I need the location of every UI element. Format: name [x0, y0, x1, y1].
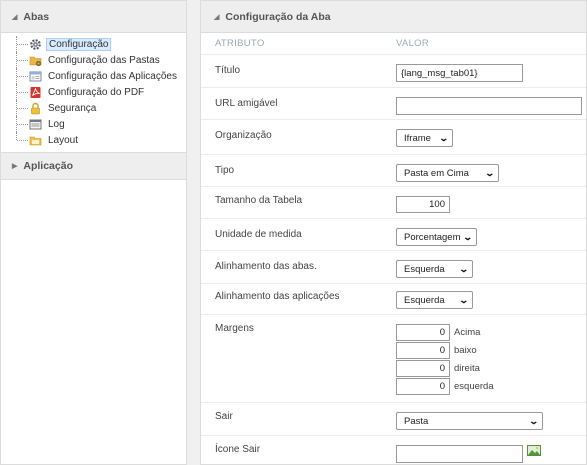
- row-margens: Margens 0 Acima 0 baixo 0 direita 0 esqu…: [201, 315, 586, 403]
- row-sair: Sair Pasta ⌄: [201, 403, 586, 436]
- valor-column-header: VALOR: [396, 38, 430, 49]
- icone-sair-label: Ícone Sair: [215, 444, 261, 455]
- tree-item-configuracao-aplicacoes[interactable]: Configuração das Aplicações: [15, 68, 186, 84]
- row-unidade: Unidade de medida Porcentagem ⌄: [201, 219, 586, 251]
- tree-item-configuracao-pdf[interactable]: Configuração do PDF: [15, 84, 186, 100]
- tree-item-label: Configuração: [46, 37, 112, 51]
- tipo-select[interactable]: Pasta em Cima ⌄: [396, 164, 499, 182]
- collapse-caret-icon[interactable]: ◢: [12, 13, 17, 21]
- alinhamento-abas-select[interactable]: Esquerda ⌄: [396, 260, 473, 278]
- tipo-selected: Pasta em Cima: [404, 167, 469, 179]
- unidade-medida-select[interactable]: Porcentagem ⌄: [396, 228, 477, 246]
- alinhamento-aplicacoes-select[interactable]: Esquerda ⌄: [396, 291, 473, 309]
- tree-item-label: Log: [48, 118, 65, 130]
- tree-item-configuracao[interactable]: Configuração: [15, 36, 186, 52]
- abas-tree: Configuração Configuração das Pastas Con…: [1, 33, 186, 152]
- organizacao-label: Organização: [215, 130, 272, 141]
- margem-direita-label: direita: [454, 363, 480, 374]
- url-amigavel-input[interactable]: [396, 97, 582, 115]
- alinhamento-aplicacoes-label: Alinhamento das aplicações: [215, 291, 340, 302]
- row-tamanho: Tamanho da Tabela 100: [201, 187, 586, 219]
- unidade-medida-label: Unidade de medida: [215, 229, 302, 240]
- gear-icon: [29, 38, 42, 51]
- row-alinhamento-abas: Alinhamento das abas. Esquerda ⌄: [201, 251, 586, 284]
- alinhamento-aplicacoes-selected: Esquerda: [404, 294, 445, 306]
- alinhamento-abas-label: Alinhamento das abas.: [215, 261, 317, 272]
- chevron-down-icon: ⌄: [458, 294, 470, 305]
- tree-item-layout[interactable]: Layout: [15, 132, 186, 148]
- icone-sair-input[interactable]: [396, 445, 523, 463]
- application-window-icon: [29, 70, 42, 83]
- unidade-selected: Porcentagem: [404, 231, 461, 243]
- tree-item-label: Configuração das Aplicações: [48, 70, 177, 82]
- sair-select[interactable]: Pasta ⌄: [396, 412, 543, 430]
- log-icon: [29, 118, 42, 131]
- chevron-down-icon: ⌄: [458, 263, 470, 274]
- pdf-icon: [29, 86, 42, 99]
- aplicacao-panel-header[interactable]: ▶ Aplicação: [1, 152, 186, 180]
- margem-baixo-input[interactable]: 0: [396, 342, 450, 359]
- tree-item-log[interactable]: Log: [15, 116, 186, 132]
- aplicacao-title: Aplicação: [23, 160, 73, 172]
- organizacao-selected: Iframe: [404, 132, 431, 144]
- chevron-down-icon: ⌄: [438, 132, 450, 143]
- margens-label: Margens: [215, 323, 254, 334]
- margem-direita: 0 direita: [396, 360, 586, 377]
- margem-acima-label: Acima: [454, 327, 481, 338]
- margem-baixo-label: baixo: [454, 345, 477, 356]
- margem-baixo: 0 baixo: [396, 342, 586, 359]
- tipo-label: Tipo: [215, 165, 235, 176]
- tree-item-label: Segurança: [48, 102, 97, 114]
- tree-item-label: Configuração do PDF: [48, 86, 145, 98]
- tree-item-label: Configuração das Pastas: [48, 54, 160, 66]
- titulo-label: Título: [215, 65, 241, 76]
- config-aba-header[interactable]: ◢ Configuração da Aba: [201, 1, 586, 33]
- expand-caret-icon[interactable]: ▶: [12, 162, 17, 170]
- row-alinhamento-aplicacoes: Alinhamento das aplicações Esquerda ⌄: [201, 284, 586, 315]
- collapse-caret-icon[interactable]: ◢: [214, 13, 219, 21]
- margem-esquerda-input[interactable]: 0: [396, 378, 450, 395]
- main-panel: ◢ Configuração da Aba ATRIBUTO VALOR Tít…: [200, 0, 587, 465]
- chevron-down-icon: ⌄: [528, 415, 540, 426]
- abas-panel-header[interactable]: ◢ Abas: [1, 1, 186, 33]
- titulo-input[interactable]: {lang_msg_tab01}: [396, 64, 523, 82]
- row-organizacao: Organização Iframe ⌄: [201, 120, 586, 155]
- tamanho-tabela-label: Tamanho da Tabela: [215, 195, 303, 206]
- sidebar: ◢ Abas Configuração Configuração das Pas…: [0, 0, 187, 465]
- image-picker-icon[interactable]: [527, 445, 541, 456]
- atributo-column-header: ATRIBUTO: [215, 38, 265, 49]
- organizacao-select[interactable]: Iframe ⌄: [396, 129, 453, 147]
- chevron-down-icon: ⌄: [462, 231, 474, 242]
- margem-direita-input[interactable]: 0: [396, 360, 450, 377]
- abas-title: Abas: [23, 10, 50, 23]
- tree-item-configuracao-pastas[interactable]: Configuração das Pastas: [15, 52, 186, 68]
- margem-acima: 0 Acima: [396, 324, 586, 341]
- tree-item-label: Layout: [48, 134, 79, 146]
- row-tipo: Tipo Pasta em Cima ⌄: [201, 155, 586, 187]
- config-aba-title: Configuração da Aba: [225, 10, 331, 23]
- tamanho-tabela-input[interactable]: 100: [396, 196, 450, 213]
- row-icone-sair: Ícone Sair: [201, 436, 586, 465]
- tree-item-seguranca[interactable]: Segurança: [15, 100, 186, 116]
- chevron-down-icon: ⌄: [484, 167, 496, 178]
- margem-acima-input[interactable]: 0: [396, 324, 450, 341]
- margem-esquerda: 0 esquerda: [396, 378, 586, 395]
- layout-folder-icon: [29, 134, 42, 147]
- alinhamento-abas-selected: Esquerda: [404, 263, 445, 275]
- lock-icon: [29, 102, 42, 115]
- margem-esquerda-label: esquerda: [454, 381, 494, 392]
- sair-label: Sair: [215, 411, 233, 422]
- row-titulo: Título {lang_msg_tab01}: [201, 55, 586, 88]
- url-amigavel-label: URL amigável: [215, 98, 278, 109]
- folder-icon: [29, 54, 42, 67]
- sair-selected: Pasta: [404, 415, 429, 427]
- row-url: URL amigável: [201, 88, 586, 120]
- column-header-row: ATRIBUTO VALOR: [201, 33, 586, 55]
